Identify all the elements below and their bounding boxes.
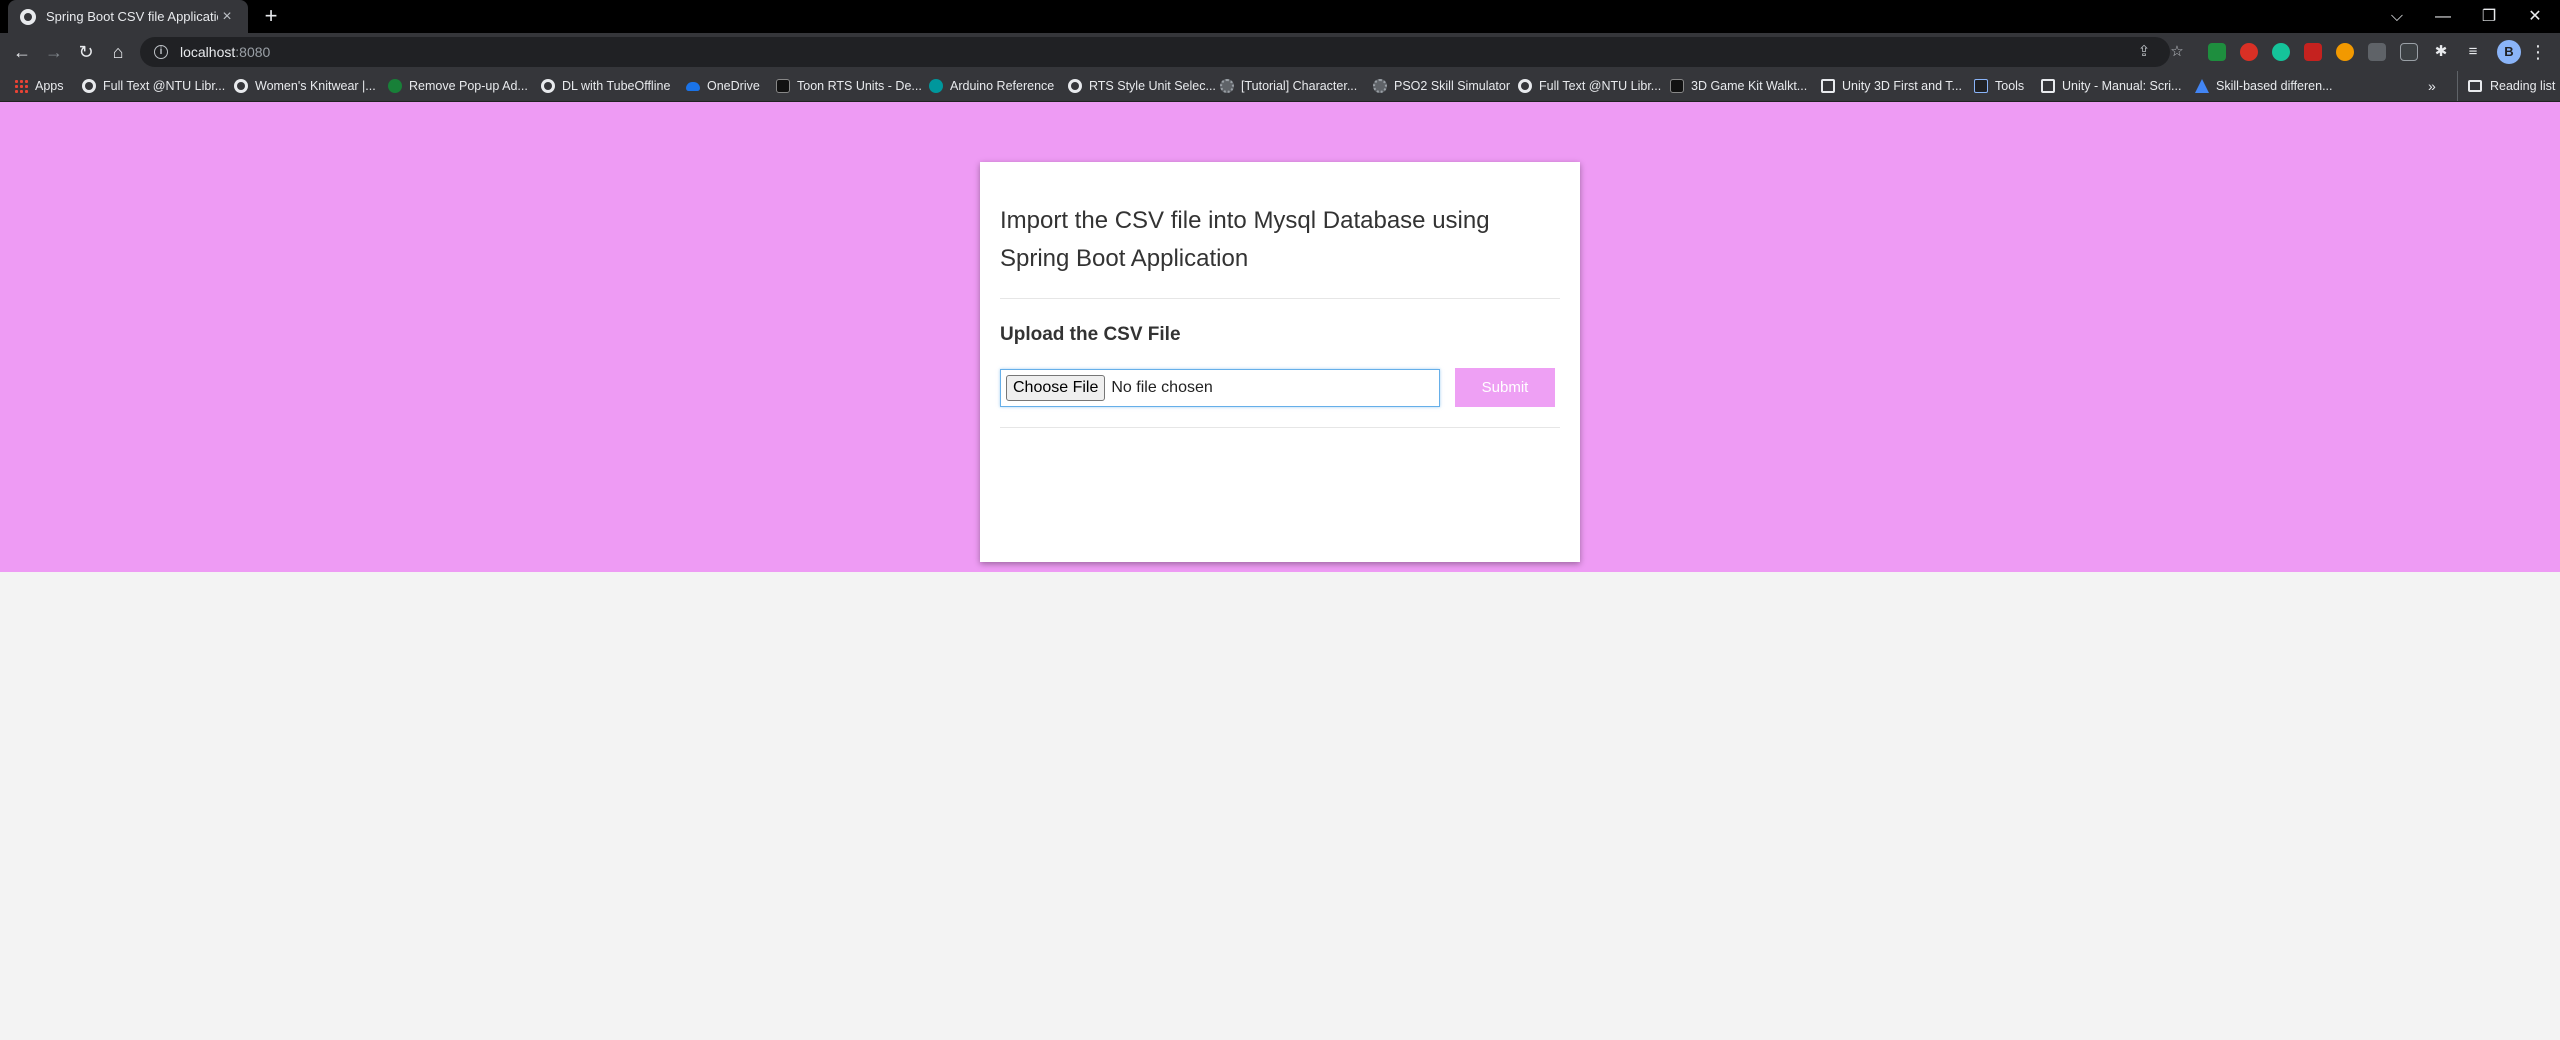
bookmark-item[interactable]: 3D Game Kit Walkt... — [1670, 71, 1807, 101]
bookmark-item[interactable]: Full Text @NTU Libr... — [1518, 71, 1661, 101]
bookmark-item[interactable]: Women's Knitwear |... — [234, 71, 376, 101]
bookmarks-bar: Apps Full Text @NTU Libr... Women's Knit… — [0, 71, 2560, 102]
page-title: Import the CSV file into Mysql Database … — [1000, 207, 1490, 272]
gear-icon — [1373, 79, 1387, 93]
grammarly-icon[interactable] — [2272, 43, 2290, 61]
globe-icon — [1518, 79, 1532, 93]
reading-list-button[interactable]: Reading list — [2457, 71, 2555, 101]
unity-frame-icon — [1821, 79, 1835, 93]
clipboard-extension-icon[interactable] — [2400, 43, 2418, 61]
bookmark-item[interactable]: [Tutorial] Character... — [1220, 71, 1357, 101]
tab-strip: Spring Boot CSV file Application × + ⌵ —… — [0, 0, 2560, 33]
unity-icon — [1670, 79, 1684, 93]
media-queue-icon[interactable]: ≡ — [2464, 43, 2482, 61]
ntu-icon — [1974, 79, 1988, 93]
share-icon[interactable]: ⇪ — [2130, 38, 2158, 66]
tab-title: Spring Boot CSV file Application — [46, 9, 218, 24]
home-button[interactable]: ⌂ — [104, 38, 132, 66]
address-port: :8080 — [235, 44, 271, 60]
apps-grid-icon — [14, 79, 28, 93]
submit-button[interactable]: Submit — [1455, 368, 1555, 407]
skill-icon — [2195, 79, 2209, 93]
divider — [1000, 427, 1560, 428]
arduino-icon — [929, 79, 943, 93]
browser-tab-active[interactable]: Spring Boot CSV file Application × — [8, 0, 248, 33]
bookmark-item[interactable]: Full Text @NTU Libr... — [82, 71, 225, 101]
s-extension-icon[interactable] — [2368, 43, 2386, 61]
address-host: localhost — [180, 44, 236, 60]
bookmark-item[interactable]: Arduino Reference — [929, 71, 1054, 101]
globe-icon — [541, 79, 555, 93]
bookmark-item[interactable]: Toon RTS Units - De... — [776, 71, 922, 101]
browser-toolbar: ← → ↻ ⌂ i localhost:8080 ⇪ ☆ — [0, 33, 2560, 71]
extension-icon[interactable] — [2208, 43, 2226, 61]
bookmark-item[interactable]: Skill-based differen... — [2195, 71, 2333, 101]
tab-search-icon[interactable]: ⌵ — [2374, 0, 2420, 33]
bookmark-item[interactable]: PSO2 Skill Simulator — [1373, 71, 1510, 101]
globe-icon — [234, 79, 248, 93]
profile-avatar[interactable]: B — [2497, 40, 2521, 64]
new-tab-button[interactable]: + — [258, 4, 284, 30]
bookmark-item[interactable]: Remove Pop-up Ad... — [388, 71, 528, 101]
globe-icon — [20, 8, 36, 25]
bookmark-item[interactable]: Unity 3D First and T... — [1821, 71, 1962, 101]
bookmark-item[interactable]: Tools — [1974, 71, 2024, 101]
tab-close-icon[interactable]: × — [218, 8, 236, 26]
gear-icon — [1220, 79, 1234, 93]
upload-label: Upload the CSV File — [1000, 324, 1181, 345]
bookmark-item[interactable]: RTS Style Unit Selec... — [1068, 71, 1216, 101]
extension-icon — [388, 79, 402, 93]
gmail-extension-icon[interactable] — [2304, 43, 2322, 61]
bookmark-star-icon[interactable]: ☆ — [2163, 38, 2191, 66]
reading-list-icon — [2468, 80, 2482, 92]
bookmark-item[interactable]: Unity - Manual: Scri... — [2041, 71, 2181, 101]
bookmark-apps[interactable]: Apps — [14, 71, 64, 101]
bookmarks-overflow-icon[interactable]: » — [2428, 71, 2436, 101]
bookmark-item[interactable]: DL with TubeOffline — [541, 71, 670, 101]
file-input[interactable]: Choose File No file chosen — [1000, 368, 1440, 407]
address-bar[interactable]: i localhost:8080 — [140, 37, 2170, 67]
unity-frame-icon — [2041, 79, 2055, 93]
forward-button[interactable]: → — [40, 38, 68, 66]
browser-menu-icon[interactable]: ⋮ — [2528, 38, 2548, 66]
globe-icon — [82, 79, 96, 93]
minimize-button[interactable]: — — [2420, 0, 2466, 33]
choose-file-button[interactable]: Choose File — [1006, 374, 1106, 401]
file-status: No file chosen — [1111, 378, 1213, 396]
globe-icon — [1068, 79, 1082, 93]
upload-form: Choose File No file chosen Submit — [1000, 368, 1560, 407]
bookmark-item[interactable]: OneDrive — [686, 71, 760, 101]
rss-icon[interactable] — [2336, 43, 2354, 61]
adblock-icon[interactable] — [2240, 43, 2258, 61]
restore-button[interactable]: ❐ — [2466, 0, 2512, 33]
unity-icon — [776, 79, 790, 93]
site-info-icon[interactable]: i — [154, 45, 168, 59]
cloud-icon — [686, 81, 700, 91]
window-close-button[interactable]: ✕ — [2512, 0, 2558, 33]
reload-button[interactable]: ↻ — [72, 38, 100, 66]
back-button[interactable]: ← — [8, 38, 36, 66]
upload-card: Import the CSV file into Mysql Database … — [980, 162, 1580, 562]
puzzle-icon[interactable]: ✱ — [2432, 43, 2450, 61]
